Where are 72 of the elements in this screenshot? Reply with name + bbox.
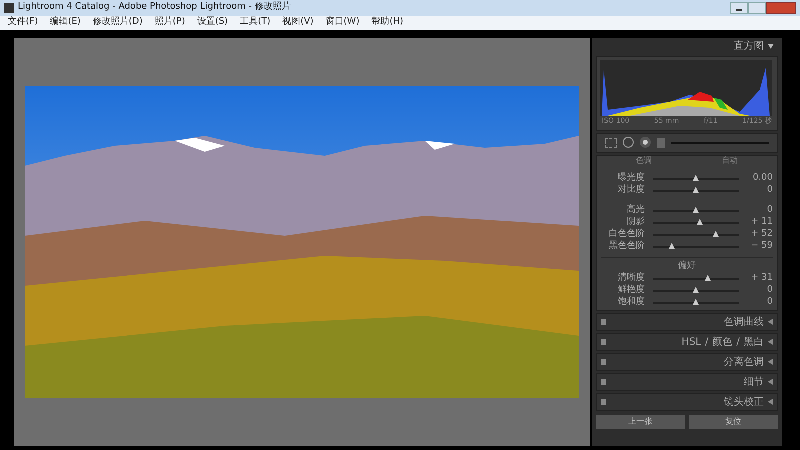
slider-thumb[interactable] (692, 287, 699, 293)
slider-label: 高光 (626, 204, 646, 216)
app-icon (4, 3, 14, 13)
slider-thumb[interactable] (692, 299, 699, 305)
panel-header[interactable]: 分离色调 (724, 354, 764, 370)
slider-value: + 52 (750, 228, 773, 241)
panel-header[interactable]: HSL (682, 334, 702, 350)
panel-switch-icon[interactable] (601, 399, 606, 405)
slider-value: 0 (766, 284, 773, 297)
tone-header[interactable]: 色调 (636, 156, 652, 164)
section-title: 偏好 (678, 260, 696, 272)
menu-item[interactable]: 修改照片(D) (92, 16, 143, 30)
slider-label: 饱和度 (616, 296, 646, 310)
panel-button[interactable]: 上一张 (596, 415, 685, 429)
collapse-triangle-icon[interactable] (768, 399, 773, 405)
slider-label: 对比度 (616, 184, 646, 197)
panel-header[interactable]: / (736, 334, 740, 350)
collapse-triangle-icon[interactable] (768, 359, 773, 365)
slider-value: 0 (766, 296, 773, 310)
slider-thumb[interactable] (668, 242, 675, 248)
crop-grid-icon[interactable] (605, 138, 617, 148)
collapse-triangle-icon[interactable] (768, 339, 773, 345)
menu-item[interactable]: 设置(S) (197, 16, 228, 30)
tone-header[interactable]: 自动 (722, 156, 738, 164)
slider-value: 0.00 (752, 172, 773, 185)
collapsed-panel[interactable]: 镜头校正 (596, 393, 778, 411)
panel-switch-icon[interactable] (601, 339, 606, 345)
panel-header[interactable]: / (705, 334, 709, 350)
menu-item[interactable]: 帮助(H) (372, 16, 404, 30)
slider-thumb[interactable] (692, 174, 699, 180)
collapse-triangle-icon[interactable] (768, 44, 774, 48)
slider-value: − 59 (750, 240, 773, 253)
slider-label: 曝光度 (616, 172, 646, 184)
slider-thumb[interactable] (692, 186, 699, 192)
slider-label: 黑色色阶 (608, 240, 646, 253)
panel-title: 直方图 (734, 40, 764, 54)
slider-value: + 11 (750, 216, 773, 229)
minimize-button[interactable] (730, 2, 748, 14)
panel-switch-icon[interactable] (601, 359, 606, 365)
collapsed-panel[interactable]: 分离色调 (596, 353, 778, 371)
menu-item[interactable]: 编辑(E) (50, 16, 81, 30)
menu-item[interactable]: 照片(P) (154, 16, 186, 30)
panel-header[interactable]: 颜色 (712, 334, 733, 350)
menu-item[interactable]: 视图(V) (282, 16, 314, 30)
panel-header[interactable]: 镜头校正 (724, 394, 764, 410)
panel-header[interactable]: 细节 (744, 374, 764, 390)
panel-header[interactable]: 色调曲线 (724, 314, 764, 330)
menu-item[interactable]: 文件(F) (8, 16, 38, 30)
panel-button[interactable]: 复位 (689, 415, 778, 429)
slider-thumb[interactable] (704, 275, 711, 281)
collapsed-panel[interactable]: 细节 (596, 373, 778, 391)
collapse-triangle-icon[interactable] (768, 379, 773, 385)
window-title: Lightroom 4 Catalog - Adobe Photoshop Lightroom - 修改照片 (18, 1, 291, 14)
minimize-icon (736, 9, 742, 11)
slider-value: + 31 (750, 272, 773, 285)
slider-thumb[interactable] (697, 218, 704, 224)
slider-label: 清晰度 (616, 272, 646, 284)
slider-label: 白色色阶 (608, 228, 646, 240)
panel-switch-icon[interactable] (601, 379, 606, 385)
slider-thumb[interactable] (713, 230, 720, 236)
collapse-triangle-icon[interactable] (768, 319, 773, 325)
panel-header[interactable]: 黑白 (744, 334, 764, 350)
collapsed-panel[interactable]: HSL / 颜色 / 黑白 (596, 333, 778, 351)
slider-label: 阴影 (626, 216, 646, 228)
collapsed-panel[interactable]: 色调曲线 (596, 313, 778, 331)
panel-switch-icon[interactable] (601, 319, 606, 325)
slider-value: 0 (766, 184, 773, 197)
menu-item[interactable]: 工具(T) (240, 16, 271, 30)
slider-value: 0 (766, 204, 773, 217)
slider-thumb[interactable] (692, 206, 699, 212)
menu-item[interactable]: 窗口(W) (326, 16, 360, 30)
slider-label: 鲜艳度 (616, 284, 646, 296)
